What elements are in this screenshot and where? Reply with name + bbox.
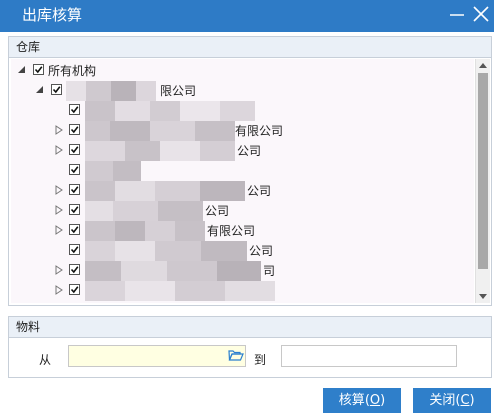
child-checkbox[interactable]	[69, 284, 80, 295]
collapsed-toggle-icon[interactable]	[54, 145, 64, 155]
folder-open-icon[interactable]	[228, 348, 244, 362]
redacted-block	[85, 161, 141, 181]
company-checkbox[interactable]	[51, 84, 62, 95]
tree-child-row[interactable]: 公司	[11, 141, 474, 161]
collapsed-toggle-icon[interactable]	[54, 185, 64, 195]
tree-child-row[interactable]: 公司	[11, 181, 474, 201]
collapsed-toggle-icon[interactable]	[54, 225, 64, 235]
material-to-input[interactable]	[281, 345, 457, 367]
material-from-input[interactable]	[68, 345, 246, 367]
close-button-label: 关闭	[429, 393, 456, 408]
expanded-toggle-icon[interactable]	[17, 65, 27, 75]
redacted-block	[85, 141, 235, 161]
child-label: 司	[263, 264, 276, 278]
tree-scrollbar[interactable]	[475, 59, 490, 303]
warehouse-heading: 仓库	[9, 37, 491, 58]
child-checkbox[interactable]	[69, 124, 80, 135]
redacted-block	[85, 101, 255, 121]
warehouse-tree[interactable]: 所有机构 限公司 有限公司 公司 公司 公司 有限公司 公司 司	[11, 59, 474, 303]
collapsed-toggle-icon[interactable]	[54, 125, 64, 135]
child-checkbox[interactable]	[69, 264, 80, 275]
child-label: 有限公司	[207, 224, 256, 238]
tree-root-row[interactable]: 所有机构	[11, 61, 474, 81]
redacted-block	[85, 281, 275, 301]
close-hotkey: C	[460, 393, 470, 408]
child-checkbox[interactable]	[69, 104, 80, 115]
redacted-block	[85, 201, 203, 221]
tree-child-row[interactable]: 有限公司	[11, 221, 474, 241]
child-label: 公司	[205, 204, 230, 218]
tree-child-row[interactable]: 公司	[11, 241, 474, 261]
expanded-toggle-icon[interactable]	[35, 85, 45, 95]
from-label: 从	[39, 353, 52, 367]
scrollbar-thumb[interactable]	[478, 73, 488, 269]
child-label: 公司	[237, 144, 262, 158]
child-label: 公司	[249, 244, 274, 258]
tree-child-row[interactable]	[11, 161, 474, 181]
calculate-hotkey: O	[369, 393, 381, 408]
tree-child-row[interactable]: 有限公司	[11, 121, 474, 141]
tree-child-row[interactable]: 司	[11, 261, 474, 281]
close-button[interactable]: 关闭(C)	[413, 388, 491, 413]
child-checkbox[interactable]	[69, 144, 80, 155]
window-title: 出库核算	[22, 6, 83, 24]
tree-child-row[interactable]: 公司	[11, 201, 474, 221]
material-group: 物料 从 到	[8, 316, 492, 378]
child-label: 公司	[247, 184, 272, 198]
redacted-block	[66, 81, 156, 101]
tree-root-label: 所有机构	[48, 64, 97, 78]
redacted-block	[85, 241, 247, 261]
calculate-button-label: 核算	[338, 393, 365, 408]
child-checkbox[interactable]	[69, 184, 80, 195]
close-icon[interactable]	[470, 3, 492, 25]
minimize-icon[interactable]	[446, 3, 468, 25]
tree-company-row[interactable]: 限公司	[11, 81, 474, 101]
tree-root-checkbox[interactable]	[33, 64, 44, 75]
redacted-block	[85, 261, 261, 281]
title-bar: 出库核算	[0, 0, 494, 32]
scroll-up-icon[interactable]	[479, 62, 487, 70]
redacted-block	[85, 181, 245, 201]
redacted-block	[85, 221, 205, 241]
child-label: 有限公司	[235, 124, 284, 138]
calculate-button[interactable]: 核算(O)	[323, 388, 401, 413]
scroll-down-icon[interactable]	[479, 292, 487, 300]
child-checkbox[interactable]	[69, 244, 80, 255]
tree-child-row[interactable]	[11, 101, 474, 121]
child-checkbox[interactable]	[69, 224, 80, 235]
to-label: 到	[254, 353, 267, 367]
collapsed-toggle-icon[interactable]	[54, 205, 64, 215]
company-label: 限公司	[160, 84, 197, 98]
child-checkbox[interactable]	[69, 204, 80, 215]
material-heading: 物料	[9, 317, 491, 338]
tree-child-row[interactable]	[11, 281, 474, 301]
collapsed-toggle-icon[interactable]	[54, 265, 64, 275]
redacted-block	[85, 121, 235, 141]
collapsed-toggle-icon[interactable]	[54, 285, 64, 295]
warehouse-group: 仓库 所有机构 限公司 有限公司 公司 公司 公司 有限公司 公司 司	[8, 36, 492, 306]
child-checkbox[interactable]	[69, 164, 80, 175]
